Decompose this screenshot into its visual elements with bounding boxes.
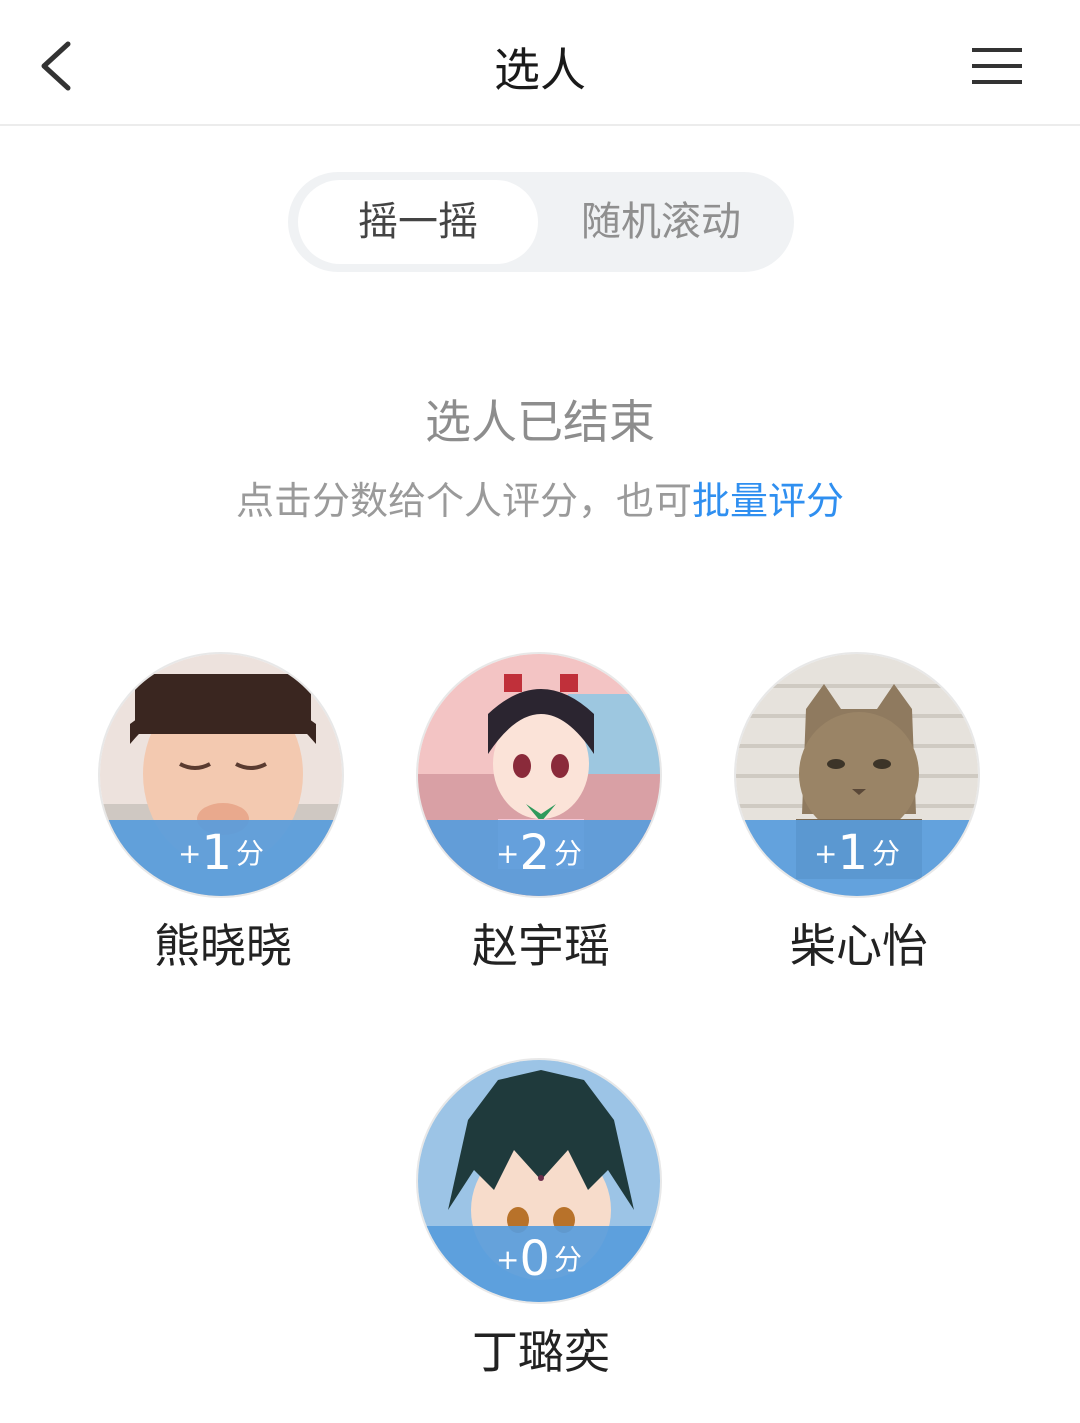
score-button[interactable]: +0 分 xyxy=(418,1226,660,1302)
score-button[interactable]: +1 分 xyxy=(100,820,342,896)
score-plus: + xyxy=(177,837,202,870)
score-plus: + xyxy=(813,837,838,870)
person-name: 柴心怡 xyxy=(790,919,928,973)
tab-random-scroll[interactable]: 随机滚动 xyxy=(538,180,784,264)
score-button[interactable]: +1 分 xyxy=(736,820,978,896)
mode-segmented-control: 摇一摇 随机滚动 xyxy=(288,172,794,272)
score-unit: 分 xyxy=(554,837,583,870)
score-unit: 分 xyxy=(554,1243,583,1276)
person-card[interactable]: +1 分 熊晓晓 xyxy=(98,652,348,976)
person-card[interactable]: +2 分 赵宇瑶 xyxy=(416,652,666,976)
score-value: 2 xyxy=(519,825,550,881)
status-title: 选人已结束 xyxy=(425,395,655,449)
status-hint: 点击分数给个人评分，也可批量评分 xyxy=(0,470,1080,525)
avatar: +1 分 xyxy=(98,652,344,898)
person-name: 熊晓晓 xyxy=(154,919,292,973)
navigation-bar: 选人 xyxy=(0,0,1080,126)
score-value: 1 xyxy=(837,825,868,881)
score-unit: 分 xyxy=(872,837,901,870)
avatar: +1 分 xyxy=(734,652,980,898)
avatar: +0 分 xyxy=(416,1058,662,1304)
status-hint-text: 点击分数给个人评分，也可 xyxy=(235,479,692,523)
hamburger-menu-icon xyxy=(972,48,1022,84)
person-name: 丁璐奕 xyxy=(472,1325,610,1379)
score-value: 1 xyxy=(201,825,232,881)
avatar: +2 分 xyxy=(416,652,662,898)
score-plus: + xyxy=(495,1243,520,1276)
tab-shake[interactable]: 摇一摇 xyxy=(298,180,538,264)
score-value: 0 xyxy=(519,1231,550,1287)
page-title: 选人 xyxy=(494,43,586,97)
score-button[interactable]: +2 分 xyxy=(418,820,660,896)
batch-score-link[interactable]: 批量评分 xyxy=(692,479,844,523)
person-name: 赵宇瑶 xyxy=(472,919,610,973)
menu-button[interactable] xyxy=(966,40,1028,92)
person-card[interactable]: +0 分 丁璐奕 xyxy=(416,1058,666,1382)
person-card[interactable]: +1 分 柴心怡 xyxy=(734,652,984,976)
score-plus: + xyxy=(495,837,520,870)
score-unit: 分 xyxy=(236,837,265,870)
